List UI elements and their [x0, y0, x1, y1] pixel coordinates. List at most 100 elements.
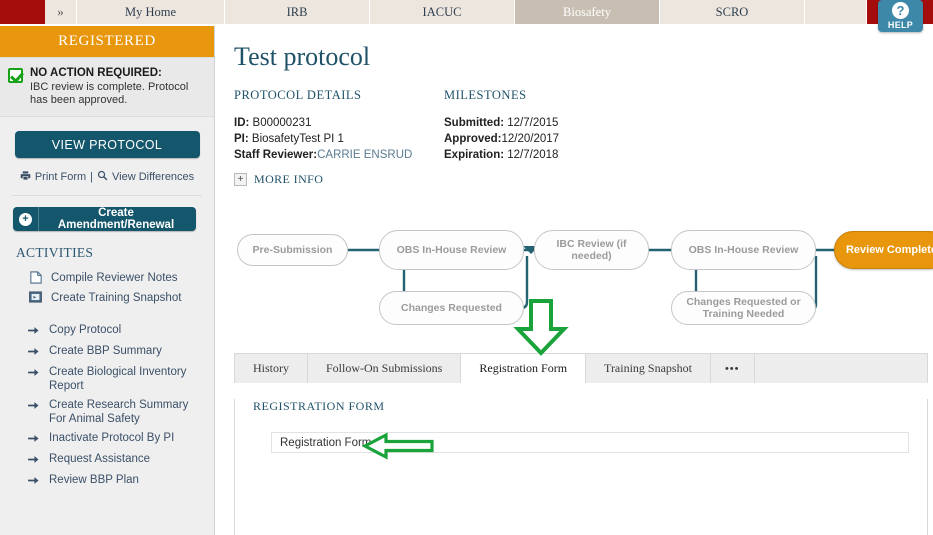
approved-label: Approved:: [444, 133, 502, 145]
workflow-node-ibc-review[interactable]: IBC Review (if needed): [534, 230, 649, 270]
tab-registration-form[interactable]: Registration Form: [461, 354, 587, 383]
sidebar-link-create-bbp-summary[interactable]: Create BBP Summary: [0, 341, 214, 362]
workflow-diagram: Pre-Submission OBS In-House Review Chang…: [224, 216, 933, 341]
workflow-node-pre-submission[interactable]: Pre-Submission: [237, 234, 348, 266]
sidebar-links-list: Copy Protocol Create BBP Summary Create …: [0, 320, 214, 491]
more-info-toggle[interactable]: + MORE INFO: [234, 172, 323, 187]
sidebar-divider: [12, 195, 202, 196]
nav-tab-empty: [805, 0, 867, 24]
tab-history[interactable]: History: [235, 354, 308, 383]
plus-icon: +: [234, 173, 247, 186]
main-content: Test protocol PROTOCOL DETAILS ID: B0000…: [216, 26, 933, 535]
submitted-label: Submitted:: [444, 117, 505, 129]
nav-tab-biosafety[interactable]: Biosafety: [515, 0, 660, 24]
sidebar-link-label: Inactivate Protocol By PI: [49, 431, 175, 444]
registration-form-row[interactable]: Registration Form: [271, 432, 909, 453]
arrow-right-icon: [28, 346, 40, 360]
activity-label: Create Training Snapshot: [51, 292, 182, 304]
id-value: B00000231: [252, 117, 312, 129]
submitted-value: 12/7/2015: [507, 117, 559, 129]
sidebar: REGISTERED NO ACTION REQUIRED: IBC revie…: [0, 26, 215, 535]
sidebar-link-label: Request Assistance: [49, 452, 151, 465]
note-page-icon: [28, 271, 43, 284]
activities-list: Compile Reviewer Notes Create Training S…: [0, 268, 214, 308]
view-protocol-button[interactable]: VIEW PROTOCOL: [14, 131, 200, 158]
workflow-node-obs-in-house-review-1[interactable]: OBS In-House Review: [379, 230, 524, 270]
workflow-node-obs-in-house-review-2[interactable]: OBS In-House Review: [671, 230, 816, 270]
nav-tab-irb[interactable]: IRB: [225, 0, 370, 24]
activities-header: ACTIVITIES: [16, 245, 94, 260]
tab-panel-body: REGISTRATION FORM Registration Form: [234, 399, 928, 535]
workflow-node-changes-requested[interactable]: Changes Requested: [379, 291, 524, 325]
activity-compile-reviewer-notes[interactable]: Compile Reviewer Notes: [0, 268, 214, 288]
sidebar-link-copy-protocol[interactable]: Copy Protocol: [0, 320, 214, 341]
sidebar-link-label: Review BBP Plan: [49, 473, 139, 486]
workflow-node-review-complete[interactable]: Review Complete: [834, 231, 933, 269]
print-and-diff-links: Print Form | View Differences: [0, 170, 214, 184]
arrow-right-icon: [28, 400, 40, 414]
milestones-block: MILESTONES Submitted: 12/7/2015 Approved…: [444, 88, 684, 163]
print-form-link[interactable]: Print Form: [35, 171, 86, 183]
question-mark-icon: ?: [892, 2, 909, 19]
arrow-right-icon: [28, 325, 40, 339]
page-title: Test protocol: [234, 42, 371, 71]
expiration-value: 12/7/2018: [507, 149, 559, 161]
sidebar-link-label: Create Biological Inventory Report: [49, 365, 187, 392]
nav-tab-my-home[interactable]: My Home: [77, 0, 225, 24]
sidebar-link-create-research-summary-for-animal-safety[interactable]: Create Research Summary For Animal Safet…: [0, 395, 214, 428]
sidebar-link-label: Create BBP Summary: [49, 344, 162, 357]
details-and-milestones: PROTOCOL DETAILS ID: B00000231 PI: Biosa…: [234, 88, 933, 208]
detail-row-staff-reviewer: Staff Reviewer:CARRIE ENSRUD: [234, 148, 444, 163]
sidebar-link-create-biological-inventory-report[interactable]: Create Biological Inventory Report: [0, 362, 214, 395]
tab-follow-on-submissions[interactable]: Follow-On Submissions: [308, 354, 462, 383]
sidebar-link-label: Create Research Summary For Animal Safet…: [49, 398, 189, 425]
help-button-label: HELP: [887, 20, 914, 30]
id-label: ID:: [234, 117, 250, 129]
milestone-row-approved: Approved:12/20/2017: [444, 132, 684, 147]
tab-training-snapshot[interactable]: Training Snapshot: [586, 354, 711, 383]
activity-label: Compile Reviewer Notes: [51, 272, 178, 284]
double-chevron-right-icon: »: [57, 4, 64, 19]
status-badge: REGISTERED: [0, 26, 214, 57]
sidebar-link-request-assistance[interactable]: Request Assistance: [0, 449, 214, 470]
milestones-header: MILESTONES: [444, 88, 527, 102]
tab-strip-filler: [754, 354, 927, 383]
approved-value: 12/20/2017: [501, 133, 560, 145]
alert-text: IBC review is complete. Protocol has bee…: [30, 81, 189, 106]
milestone-row-submitted: Submitted: 12/7/2015: [444, 116, 684, 131]
tab-overflow-menu[interactable]: •••: [710, 354, 755, 383]
no-action-required-alert: NO ACTION REQUIRED: IBC review is comple…: [0, 57, 214, 117]
protocol-details-block: PROTOCOL DETAILS ID: B00000231 PI: Biosa…: [234, 88, 444, 163]
tab-panel: History Follow-On Submissions Registrati…: [234, 353, 928, 535]
sidebar-link-label: Copy Protocol: [49, 323, 122, 336]
staff-reviewer-label: Staff Reviewer:: [234, 149, 318, 161]
create-amendment-label: Create Amendment/Renewal: [57, 207, 175, 231]
link-separator: |: [90, 171, 94, 183]
help-button[interactable]: ? HELP: [878, 0, 923, 32]
arrow-right-icon: [28, 454, 40, 468]
nav-tab-iacuc[interactable]: IACUC: [370, 0, 515, 24]
top-navigation: » My Home IRB IACUC Biosafety SCRO: [45, 0, 867, 24]
plus-circle-icon: +: [13, 207, 39, 231]
registration-form-link[interactable]: Registration Form: [280, 437, 371, 449]
more-info-label: MORE INFO: [254, 172, 324, 186]
sidebar-link-review-bbp-plan[interactable]: Review BBP Plan: [0, 470, 214, 491]
pi-value: BiosafetyTest PI 1: [251, 133, 344, 145]
sidebar-link-inactivate-protocol-by-pi[interactable]: Inactivate Protocol By PI: [0, 428, 214, 449]
nav-expand-chevron[interactable]: »: [45, 0, 77, 24]
green-check-icon: [8, 68, 23, 83]
expiration-label: Expiration:: [444, 149, 505, 161]
create-amendment-renewal-button[interactable]: + Create Amendment/Renewal: [13, 207, 196, 231]
detail-row-pi: PI: BiosafetyTest PI 1: [234, 132, 444, 147]
application-window: » My Home IRB IACUC Biosafety SCRO ? HEL…: [0, 0, 933, 535]
activity-create-training-snapshot[interactable]: Create Training Snapshot: [0, 288, 214, 308]
top-red-bar: » My Home IRB IACUC Biosafety SCRO: [0, 0, 933, 24]
view-differences-link[interactable]: View Differences: [112, 171, 194, 183]
arrow-right-icon: [28, 367, 40, 381]
protocol-details-header: PROTOCOL DETAILS: [234, 88, 362, 102]
alert-title: NO ACTION REQUIRED:: [30, 67, 162, 79]
nav-tab-scro[interactable]: SCRO: [660, 0, 805, 24]
registration-form-header: REGISTRATION FORM: [253, 399, 385, 413]
printer-icon: [20, 170, 31, 184]
workflow-node-changes-requested-or-training-needed[interactable]: Changes Requested or Training Needed: [671, 291, 816, 325]
